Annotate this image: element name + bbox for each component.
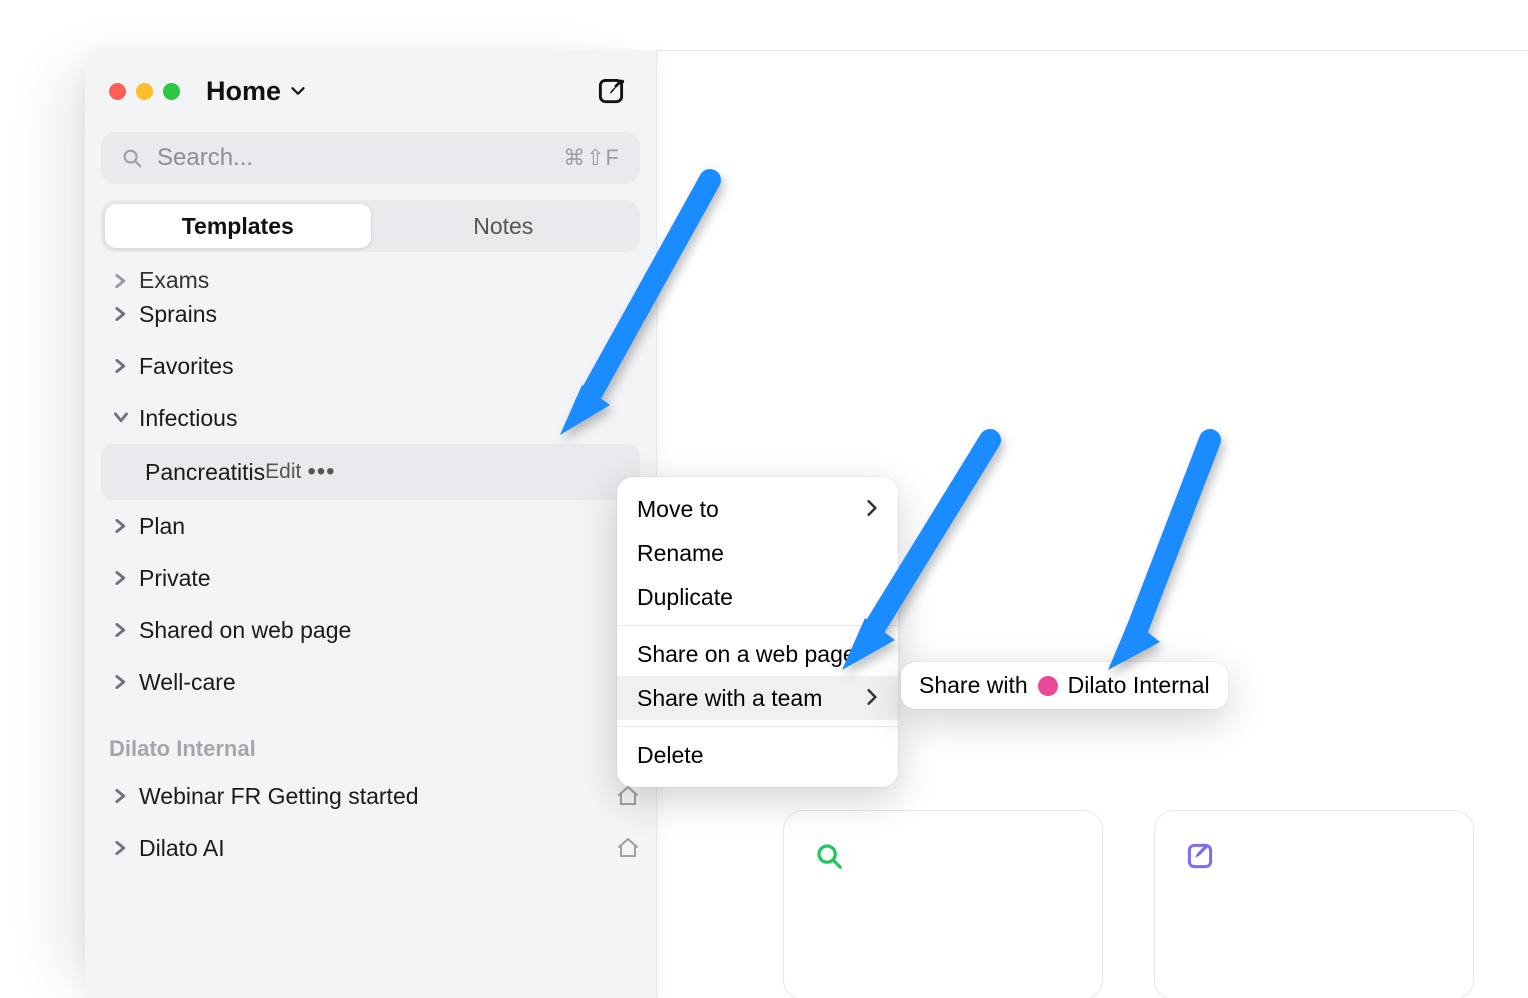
menu-separator <box>617 625 898 626</box>
menu-label: Duplicate <box>637 584 878 611</box>
tree-item-label: Private <box>133 565 211 592</box>
submenu-prefix: Share with <box>919 672 1028 699</box>
compose-icon <box>596 76 626 106</box>
search-icon <box>121 147 143 169</box>
menu-duplicate[interactable]: Duplicate <box>617 575 898 619</box>
minimize-window-button[interactable] <box>136 83 153 100</box>
search-placeholder: Search... <box>157 144 253 172</box>
menu-move-to[interactable]: Move to <box>617 487 898 531</box>
menu-label: Share on a web page <box>637 641 878 668</box>
menu-share-web[interactable]: Share on a web page <box>617 632 898 676</box>
sidebar: Home Search... ⌘⇧F Templates Notes <box>85 50 657 998</box>
tree-item-sprains[interactable]: Sprains <box>85 288 656 340</box>
home-icon <box>616 784 640 808</box>
chevron-right-icon <box>109 675 133 689</box>
menu-delete[interactable]: Delete <box>617 733 898 777</box>
close-window-button[interactable] <box>109 83 126 100</box>
search-icon <box>814 841 844 871</box>
window-controls <box>109 83 180 100</box>
search-input[interactable]: Search... ⌘⇧F <box>101 132 640 184</box>
tree-item-webinar[interactable]: Webinar FR Getting started <box>85 770 656 822</box>
chevron-down-icon <box>109 411 133 425</box>
tree-item-dilato-ai[interactable]: Dilato AI <box>85 822 656 874</box>
content-card[interactable] <box>783 810 1103 998</box>
tree-item-favorites[interactable]: Favorites <box>85 340 656 392</box>
tree-item-plan[interactable]: Plan <box>85 500 656 552</box>
edit-button[interactable]: Edit <box>265 460 301 484</box>
tree-item-label: Well-care <box>133 669 236 696</box>
tab-templates-label: Templates <box>182 213 294 240</box>
chevron-down-icon <box>287 80 309 102</box>
chevron-right-icon <box>109 841 133 855</box>
tree-item-shared-web[interactable]: Shared on web page <box>85 604 656 656</box>
team-color-dot-icon <box>1038 676 1058 696</box>
chevron-right-icon <box>109 519 133 533</box>
compose-icon <box>1185 841 1215 871</box>
template-tree: Exams Sprains Favorites Infectious Pancr… <box>85 262 656 874</box>
menu-share-team[interactable]: Share with a team <box>617 676 898 720</box>
chevron-right-icon <box>109 571 133 585</box>
chevron-right-icon <box>866 496 878 523</box>
tree-item-wellcare[interactable]: Well-care <box>85 656 656 708</box>
menu-separator <box>617 726 898 727</box>
chevron-right-icon <box>109 274 133 288</box>
tree-subitem-label: Pancreatitis <box>145 459 265 486</box>
menu-label: Move to <box>637 496 866 523</box>
menu-label: Rename <box>637 540 878 567</box>
tree-item-label: Favorites <box>133 353 234 380</box>
chevron-right-icon <box>109 359 133 373</box>
tree-item-infectious[interactable]: Infectious <box>85 392 656 444</box>
tab-templates[interactable]: Templates <box>105 204 371 248</box>
home-icon <box>616 836 640 860</box>
tree-item-label: Shared on web page <box>133 617 351 644</box>
annotation-arrow-icon <box>1080 420 1260 690</box>
chevron-right-icon <box>109 789 133 803</box>
tree-item-label: Plan <box>133 513 185 540</box>
tree-item-private[interactable]: Private <box>85 552 656 604</box>
tab-notes-label: Notes <box>473 213 533 240</box>
menu-label: Share with a team <box>637 685 866 712</box>
more-options-button[interactable]: ••• <box>307 458 335 486</box>
tree-item-exams[interactable]: Exams <box>85 262 656 288</box>
fullscreen-window-button[interactable] <box>163 83 180 100</box>
compose-button[interactable] <box>594 74 628 108</box>
search-shortcut: ⌘⇧F <box>563 145 620 171</box>
workspace-title: Home <box>206 76 281 107</box>
menu-label: Delete <box>637 742 878 769</box>
titlebar: Home <box>85 50 656 118</box>
chevron-right-icon <box>109 623 133 637</box>
tree-item-label: Exams <box>133 267 209 288</box>
chevron-right-icon <box>109 307 133 321</box>
section-header: Dilato Internal <box>85 708 656 770</box>
menu-rename[interactable]: Rename <box>617 531 898 575</box>
tree-subitem-pancreatitis[interactable]: Pancreatitis Edit ••• <box>101 444 640 500</box>
context-menu: Move to Rename Duplicate Share on a web … <box>617 477 898 787</box>
share-team-submenu[interactable]: Share with Dilato Internal <box>901 662 1228 709</box>
workspace-switcher[interactable]: Home <box>206 76 309 107</box>
tree-item-label: Dilato AI <box>133 835 225 862</box>
content-card[interactable] <box>1154 810 1474 998</box>
tree-item-label: Sprains <box>133 301 217 328</box>
content-top-border <box>657 50 1528 58</box>
submenu-team-name: Dilato Internal <box>1068 672 1210 699</box>
tree-item-label: Webinar FR Getting started <box>133 783 419 810</box>
tree-item-label: Infectious <box>133 405 237 432</box>
chevron-right-icon <box>866 685 878 712</box>
tab-notes[interactable]: Notes <box>371 204 637 248</box>
sidebar-tabs: Templates Notes <box>101 200 640 252</box>
